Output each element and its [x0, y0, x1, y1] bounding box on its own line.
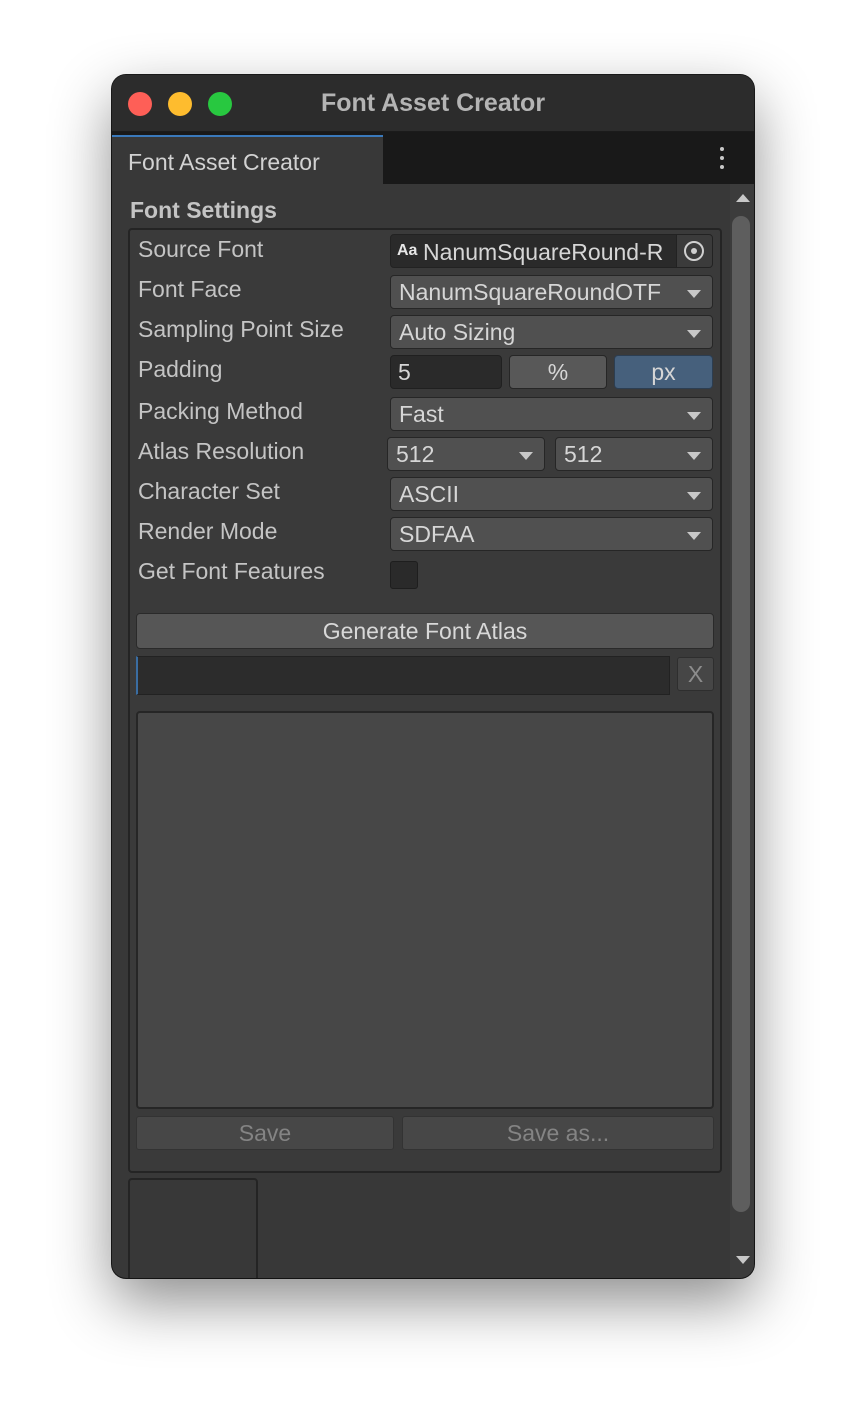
tab-label: Font Asset Creator — [128, 149, 320, 175]
render-mode-dropdown[interactable]: SDFAA — [390, 517, 713, 551]
progress-bar — [136, 656, 670, 695]
get-font-features-label: Get Font Features — [138, 558, 325, 584]
render-mode-label: Render Mode — [138, 518, 278, 544]
sampling-point-size-value: Auto Sizing — [399, 319, 516, 345]
padding-label: Padding — [138, 356, 223, 382]
get-font-features-checkbox[interactable] — [390, 561, 418, 589]
font-asset-creator-window: Font Asset Creator Font Asset Creator Fo… — [112, 75, 754, 1278]
object-picker-button[interactable] — [676, 235, 712, 267]
chevron-down-icon — [519, 452, 533, 460]
font-asset-icon: Aa — [397, 242, 418, 259]
packing-method-label: Packing Method — [138, 398, 303, 424]
packing-method-value: Fast — [399, 401, 444, 427]
atlas-resolution-label: Atlas Resolution — [138, 438, 305, 464]
save-as-button[interactable]: Save as... — [402, 1116, 714, 1150]
padding-unit-px-button[interactable]: px — [614, 355, 713, 389]
source-font-value: NanumSquareRound-R — [423, 239, 664, 265]
atlas-width-value: 512 — [396, 441, 435, 467]
source-font-field[interactable]: Aa NanumSquareRound-R — [390, 234, 713, 268]
window-title: Font Asset Creator — [320, 89, 546, 117]
tab-bar: Font Asset Creator — [112, 132, 754, 184]
vertical-scrollbar[interactable] — [730, 184, 754, 1278]
tab-font-asset-creator[interactable]: Font Asset Creator — [112, 135, 383, 184]
title-bar: Font Asset Creator — [112, 75, 754, 132]
character-set-dropdown[interactable]: ASCII — [390, 477, 713, 511]
chevron-down-icon — [687, 330, 701, 338]
padding-unit-percent-button[interactable]: % — [509, 355, 607, 389]
atlas-height-dropdown[interactable]: 512 — [555, 437, 713, 471]
font-face-value: NanumSquareRoundOTF — [399, 279, 662, 305]
scroll-up-arrow-icon[interactable] — [736, 194, 750, 202]
character-set-label: Character Set — [138, 478, 280, 504]
sampling-point-size-dropdown[interactable]: Auto Sizing — [390, 315, 713, 349]
scroll-down-arrow-icon[interactable] — [736, 1256, 750, 1264]
chevron-down-icon — [687, 412, 701, 420]
font-face-label: Font Face — [138, 276, 242, 302]
atlas-preview-box — [128, 1178, 258, 1278]
atlas-height-value: 512 — [564, 441, 603, 467]
clear-progress-button[interactable]: X — [677, 657, 714, 691]
source-font-label: Source Font — [138, 236, 264, 262]
packing-method-dropdown[interactable]: Fast — [390, 397, 713, 431]
chevron-down-icon — [687, 452, 701, 460]
chevron-down-icon — [687, 532, 701, 540]
save-button[interactable]: Save — [136, 1116, 394, 1150]
sampling-point-size-label: Sampling Point Size — [138, 316, 344, 342]
font-face-dropdown[interactable]: NanumSquareRoundOTF — [390, 275, 713, 309]
scroll-thumb[interactable] — [732, 216, 750, 1212]
kebab-menu-icon[interactable] — [716, 145, 728, 171]
generate-font-atlas-button[interactable]: Generate Font Atlas — [136, 613, 714, 649]
atlas-width-dropdown[interactable]: 512 — [387, 437, 545, 471]
section-title-font-settings: Font Settings — [130, 197, 277, 223]
output-text-area[interactable] — [136, 711, 714, 1109]
character-set-value: ASCII — [399, 481, 460, 507]
render-mode-value: SDFAA — [399, 521, 475, 547]
padding-input[interactable]: 5 — [390, 355, 502, 389]
chevron-down-icon — [687, 290, 701, 298]
chevron-down-icon — [687, 492, 701, 500]
